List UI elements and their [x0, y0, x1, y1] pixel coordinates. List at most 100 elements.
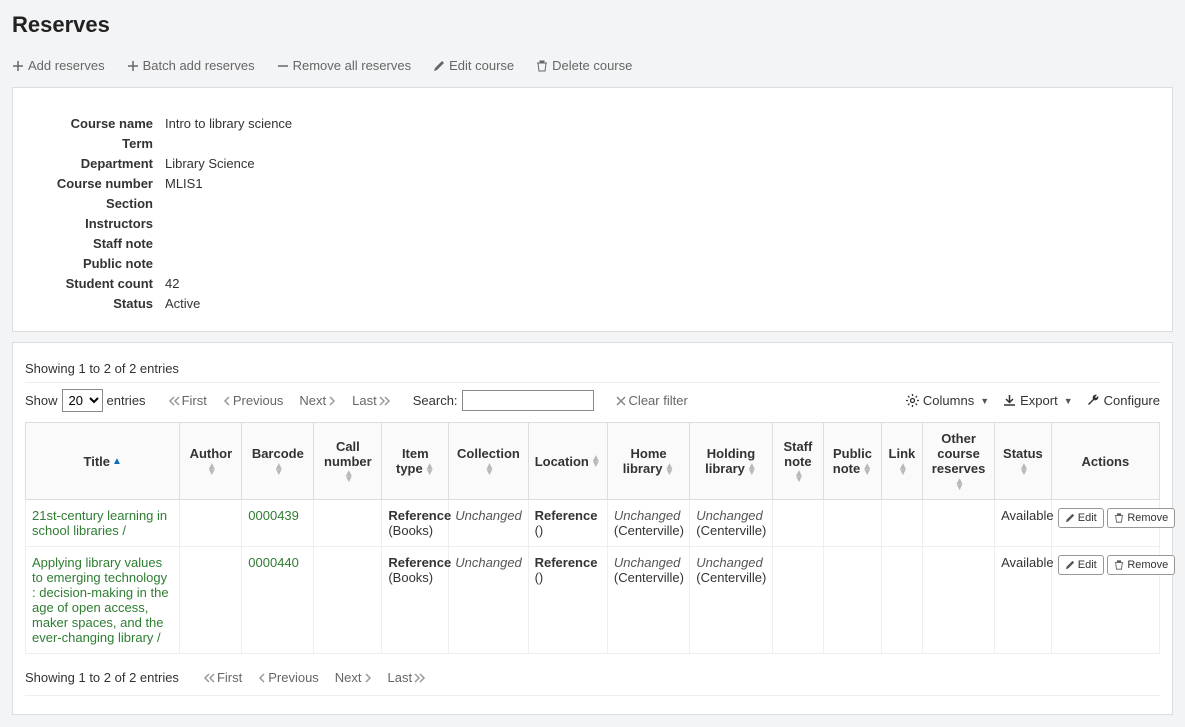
cell-status: Available	[995, 547, 1052, 654]
value-status: Active	[163, 296, 533, 311]
label-course-number: Course number	[33, 176, 153, 191]
cell-home-library: Unchanged (Centerville)	[607, 547, 689, 654]
sort-icon: ▲▼	[747, 464, 757, 476]
value-public-note	[163, 256, 533, 271]
label-department: Department	[33, 156, 153, 171]
col-staff-note[interactable]: Staff note▲▼	[772, 423, 823, 500]
label-instructors: Instructors	[33, 216, 153, 231]
page-title: Reserves	[12, 12, 1173, 38]
trash-icon	[536, 60, 548, 72]
sort-icon: ▲▼	[425, 464, 435, 476]
col-barcode[interactable]: Barcode▲▼	[242, 423, 314, 500]
barcode-link[interactable]: 0000439	[248, 508, 299, 523]
edit-button[interactable]: Edit	[1058, 508, 1104, 528]
title-link[interactable]: Applying library values to emerging tech…	[32, 555, 169, 645]
cell-status: Available	[995, 500, 1052, 547]
col-other-course-reserves[interactable]: Other course reserves▲▼	[923, 423, 995, 500]
col-public-note[interactable]: Public note▲▼	[824, 423, 882, 500]
col-author[interactable]: Author▲▼	[180, 423, 242, 500]
remove-button[interactable]: Remove	[1107, 508, 1175, 528]
caret-down-icon: ▼	[1064, 396, 1073, 406]
pager-last-button[interactable]: Last	[352, 393, 391, 408]
pager-previous-button[interactable]: Previous	[223, 393, 284, 408]
cell-home-library: Unchanged (Centerville)	[607, 500, 689, 547]
datatable-controls-top: Show 20 entries First Previous Next Last	[25, 382, 1160, 422]
pager-first-button[interactable]: First	[203, 670, 242, 685]
cell-public-note	[824, 500, 882, 547]
cell-actions: Edit Remove	[1051, 500, 1159, 547]
cell-call-number	[314, 547, 382, 654]
sort-icon: ▲▼	[591, 456, 601, 468]
title-link[interactable]: 21st-century learning in school librarie…	[32, 508, 167, 538]
remove-button[interactable]: Remove	[1107, 555, 1175, 575]
remove-all-reserves-button[interactable]: Remove all reserves	[277, 58, 412, 73]
sort-icon: ▲▼	[664, 464, 674, 476]
col-holding-library[interactable]: Holding library▲▼	[690, 423, 772, 500]
add-reserves-label: Add reserves	[28, 58, 105, 73]
pager-next-button[interactable]: Next	[335, 670, 372, 685]
configure-button[interactable]: Configure	[1087, 393, 1160, 408]
pager-previous-button[interactable]: Previous	[258, 670, 319, 685]
remove-all-reserves-label: Remove all reserves	[293, 58, 412, 73]
col-title[interactable]: Title▲	[26, 423, 180, 500]
pager-next-button[interactable]: Next	[299, 393, 336, 408]
cell-actions: Edit Remove	[1051, 547, 1159, 654]
cell-link	[881, 547, 922, 654]
edit-course-button[interactable]: Edit course	[433, 58, 514, 73]
delete-course-button[interactable]: Delete course	[536, 58, 632, 73]
sort-icon: ▲▼	[344, 471, 354, 483]
col-home-library[interactable]: Home library▲▼	[607, 423, 689, 500]
chevron-double-left-icon	[203, 673, 215, 683]
cell-holding-library: Unchanged (Centerville)	[690, 500, 772, 547]
col-collection[interactable]: Collection▲▼	[449, 423, 528, 500]
trash-icon	[1114, 560, 1124, 570]
reserves-table: Title▲ Author▲▼ Barcode▲▼ Call number▲▼ …	[25, 422, 1160, 654]
col-call-number[interactable]: Call number▲▼	[314, 423, 382, 500]
barcode-link[interactable]: 0000440	[248, 555, 299, 570]
chevron-left-icon	[223, 396, 231, 406]
cell-location: Reference ()	[528, 500, 607, 547]
search-label: Search:	[413, 393, 458, 408]
page-length-select[interactable]: 20	[62, 389, 103, 412]
label-section: Section	[33, 196, 153, 211]
batch-add-reserves-button[interactable]: Batch add reserves	[127, 58, 255, 73]
pager-last-button[interactable]: Last	[388, 670, 427, 685]
col-location[interactable]: Location▲▼	[528, 423, 607, 500]
columns-button[interactable]: Columns ▼	[906, 393, 989, 408]
sort-asc-icon: ▲	[112, 459, 122, 465]
datatable-info-bottom: Showing 1 to 2 of 2 entries	[25, 664, 179, 691]
chevron-double-right-icon	[379, 396, 391, 406]
pager-first-button[interactable]: First	[168, 393, 207, 408]
chevron-double-left-icon	[168, 396, 180, 406]
chevron-right-icon	[364, 673, 372, 683]
edit-button[interactable]: Edit	[1058, 555, 1104, 575]
value-course-number: MLIS1	[163, 176, 533, 191]
cell-collection: Unchanged	[449, 500, 528, 547]
cell-item-type: Reference (Books)	[382, 500, 449, 547]
caret-down-icon: ▼	[980, 396, 989, 406]
add-reserves-button[interactable]: Add reserves	[12, 58, 105, 73]
export-button[interactable]: Export ▼	[1003, 393, 1073, 408]
chevron-left-icon	[258, 673, 266, 683]
download-icon	[1003, 394, 1016, 407]
sort-icon: ▲▼	[484, 464, 494, 476]
col-status[interactable]: Status▲▼	[995, 423, 1052, 500]
sort-icon: ▲▼	[1019, 464, 1029, 476]
col-actions: Actions	[1051, 423, 1159, 500]
cell-call-number	[314, 500, 382, 547]
col-item-type[interactable]: Item type▲▼	[382, 423, 449, 500]
pencil-icon	[433, 60, 445, 72]
sort-icon: ▲▼	[274, 464, 284, 476]
value-term	[163, 136, 533, 151]
plus-icon	[127, 60, 139, 72]
cell-link	[881, 500, 922, 547]
cell-other-course-reserves	[923, 500, 995, 547]
search-input[interactable]	[462, 390, 594, 411]
cell-location: Reference ()	[528, 547, 607, 654]
col-link[interactable]: Link▲▼	[881, 423, 922, 500]
cell-staff-note	[772, 500, 823, 547]
pencil-icon	[1065, 513, 1075, 523]
cell-author	[180, 500, 242, 547]
clear-filter-button[interactable]: Clear filter	[616, 393, 688, 408]
toolbar: Add reserves Batch add reserves Remove a…	[12, 50, 1173, 87]
